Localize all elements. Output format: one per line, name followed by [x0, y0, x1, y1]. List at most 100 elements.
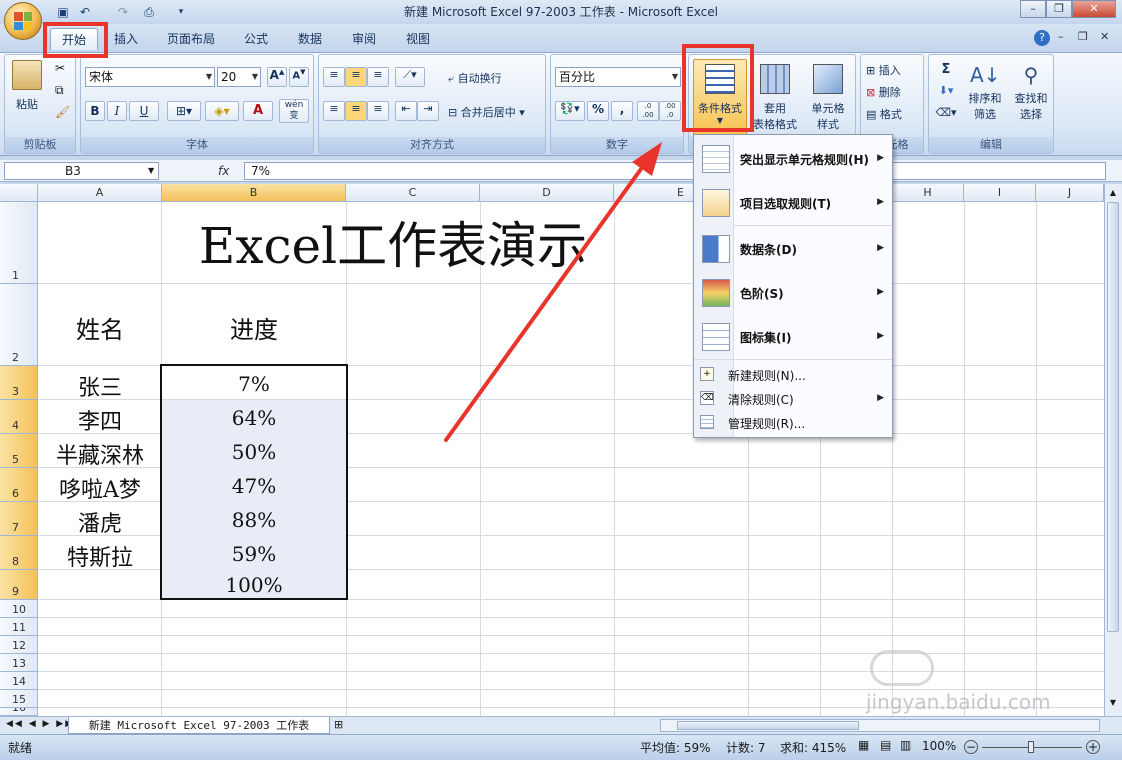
increase-indent-icon[interactable]: ⇥	[417, 101, 439, 121]
row-header-1[interactable]: 1	[0, 202, 38, 284]
shrink-font-button[interactable]: A▼	[289, 67, 309, 87]
align-left-icon[interactable]: ≡	[323, 101, 345, 121]
align-bottom-icon[interactable]: ≡	[367, 67, 389, 87]
format-as-table-button[interactable]: 套用 表格格式	[751, 59, 799, 135]
sheet-tab[interactable]: 新建 Microsoft Excel 97-2003 工作表	[68, 717, 330, 734]
cell-styles-button[interactable]: 单元格 样式	[803, 59, 853, 135]
scroll-thumb[interactable]	[1107, 202, 1119, 632]
decrease-decimal-button[interactable]: .00 .0	[659, 101, 681, 121]
row-header-7[interactable]: 7	[0, 502, 38, 536]
name-box[interactable]: B3	[4, 162, 159, 180]
align-right-icon[interactable]: ≡	[367, 101, 389, 121]
autosum-button[interactable]: Σ	[933, 61, 959, 79]
align-middle-icon[interactable]: ≡	[345, 67, 367, 87]
sheet-nav-icon[interactable]: ◀◀ ◀ ▶ ▶▶	[6, 719, 74, 729]
tab-data[interactable]: 数据	[288, 28, 332, 50]
phonetic-button[interactable]: wén 变	[279, 99, 309, 123]
percent-button[interactable]: %	[587, 101, 609, 121]
column-header-b[interactable]: B	[162, 184, 346, 202]
insert-cells-button[interactable]: ⊞ 插入	[865, 61, 921, 79]
delete-cells-button[interactable]: ⊠ 删除	[865, 83, 921, 101]
italic-button[interactable]: I	[107, 101, 127, 121]
help-icon[interactable]: ?	[1034, 30, 1050, 46]
number-format-select[interactable]: 百分比 ▼	[555, 67, 681, 87]
fill-icon[interactable]: ⬇▾	[933, 83, 959, 101]
border-button[interactable]: ⊞▾	[167, 101, 201, 121]
horizontal-scrollbar[interactable]	[660, 719, 1100, 732]
redo-icon[interactable]: ↷	[114, 3, 132, 21]
grow-font-button[interactable]: A▲	[267, 67, 287, 87]
wrap-text-button[interactable]: ⤶ 自动换行	[447, 69, 543, 89]
zoom-level[interactable]: 100%	[922, 739, 956, 753]
fill-color-button[interactable]: ◈▾	[205, 101, 239, 121]
scroll-down-icon[interactable]: ▼	[1107, 698, 1119, 710]
ribbon-close-icon[interactable]: ✕	[1100, 30, 1109, 43]
row-header-13[interactable]: 13	[0, 654, 38, 672]
row-header-14[interactable]: 14	[0, 672, 38, 690]
menu-item-manage-rules[interactable]: 管理规则(R)...	[694, 411, 892, 435]
menu-item-top-bottom-rules[interactable]: 项目选取规则(T) ▶	[694, 181, 892, 225]
column-header-a[interactable]: A	[38, 184, 162, 202]
column-header-c[interactable]: C	[346, 184, 480, 202]
ribbon-minimize-icon[interactable]: –	[1058, 30, 1064, 43]
chevron-down-icon[interactable]: ▼	[148, 166, 154, 175]
copy-icon[interactable]: ⧉	[55, 83, 64, 98]
office-button[interactable]	[4, 2, 42, 40]
row-header-10[interactable]: 10	[0, 600, 38, 618]
formula-input[interactable]: 7%	[244, 162, 1106, 180]
row-header-2[interactable]: 2	[0, 284, 38, 366]
vertical-scrollbar[interactable]: ▲ ▼	[1104, 184, 1122, 716]
customize-qat-icon[interactable]: ▾	[172, 3, 190, 21]
h-scroll-thumb[interactable]	[677, 721, 859, 730]
undo-icon[interactable]: ↶	[76, 3, 94, 21]
row-header-4[interactable]: 4	[0, 400, 38, 434]
align-center-icon[interactable]: ≡	[345, 101, 367, 121]
row-header-12[interactable]: 12	[0, 636, 38, 654]
menu-item-new-rule[interactable]: + 新建规则(N)...	[694, 363, 892, 387]
menu-item-clear-rules[interactable]: ⌫ 清除规则(C) ▶	[694, 387, 892, 411]
bold-button[interactable]: B	[85, 101, 105, 121]
row-header-9[interactable]: 9	[0, 570, 38, 600]
column-header-h[interactable]: H	[892, 184, 964, 202]
align-top-icon[interactable]: ≡	[323, 67, 345, 87]
currency-icon[interactable]: 💱▾	[555, 101, 585, 121]
column-header-i[interactable]: I	[964, 184, 1036, 202]
decrease-indent-icon[interactable]: ⇤	[395, 101, 417, 121]
ribbon-restore-icon[interactable]: ❐	[1078, 30, 1088, 43]
cut-icon[interactable]: ✂	[55, 61, 65, 75]
tab-view[interactable]: 视图	[396, 28, 440, 50]
print-preview-icon[interactable]: ⎙	[140, 3, 158, 21]
row-header-8[interactable]: 8	[0, 536, 38, 570]
paste-button[interactable]: 粘贴	[9, 59, 45, 127]
normal-view-icon[interactable]: ▦	[858, 738, 869, 752]
orientation-icon[interactable]: ⟋▾	[395, 67, 425, 87]
increase-decimal-button[interactable]: .0 .00	[637, 101, 659, 121]
zoom-out-icon[interactable]: −	[964, 740, 978, 754]
minimize-icon[interactable]: –	[1020, 0, 1046, 18]
row-header-5[interactable]: 5	[0, 434, 38, 468]
menu-item-highlight-rules[interactable]: 突出显示单元格规则(H) ▶	[694, 137, 892, 181]
menu-item-icon-sets[interactable]: 图标集(I) ▶	[694, 315, 892, 359]
select-all-corner[interactable]	[0, 184, 38, 202]
tab-page-layout[interactable]: 页面布局	[158, 28, 224, 50]
comma-button[interactable]: ,	[611, 101, 633, 121]
menu-item-data-bars[interactable]: 数据条(D) ▶	[694, 227, 892, 271]
restore-icon[interactable]: ❐	[1046, 0, 1072, 18]
font-color-button[interactable]: A	[243, 101, 273, 121]
insert-sheet-icon[interactable]: ⊞	[334, 718, 343, 731]
zoom-in-icon[interactable]: +	[1086, 740, 1100, 754]
format-painter-icon[interactable]: 🖌	[55, 105, 70, 119]
menu-item-color-scales[interactable]: 色阶(S) ▶	[694, 271, 892, 315]
format-cells-button[interactable]: ▤ 格式	[865, 105, 921, 123]
tab-formulas[interactable]: 公式	[234, 28, 278, 50]
row-header-11[interactable]: 11	[0, 618, 38, 636]
save-icon[interactable]: ▣	[54, 3, 72, 21]
column-header-d[interactable]: D	[480, 184, 614, 202]
tab-review[interactable]: 审阅	[342, 28, 386, 50]
page-break-view-icon[interactable]: ▥	[900, 738, 911, 752]
row-header-3[interactable]: 3	[0, 366, 38, 400]
close-icon[interactable]: ✕	[1072, 0, 1116, 18]
column-header-j[interactable]: J	[1036, 184, 1104, 202]
merge-center-button[interactable]: ⊟ 合并后居中 ▾	[447, 103, 543, 123]
row-header-16[interactable]: 16	[0, 708, 38, 716]
